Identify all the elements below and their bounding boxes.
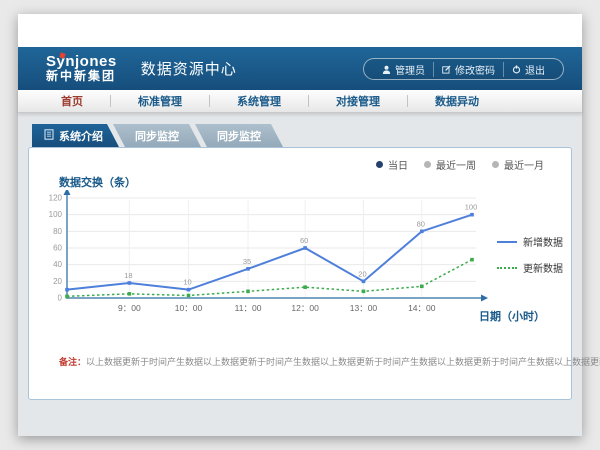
chart-legend: 新增数据 更新数据 xyxy=(497,234,563,275)
svg-text:120: 120 xyxy=(49,194,63,203)
svg-text:9：00: 9：00 xyxy=(118,303,141,313)
main-nav: 首页 标准管理 系统管理 对接管理 数据异动 xyxy=(18,90,582,113)
chart-panel: 当日 最近一周 最近一月 数据交换（条） 0 20 40 60 80 100 120 9：00… xyxy=(28,147,572,400)
svg-text:60: 60 xyxy=(53,244,62,253)
svg-text:10：00: 10：00 xyxy=(175,303,203,313)
user-menu-admin-label: 管理员 xyxy=(395,62,425,77)
svg-text:11：00: 11：00 xyxy=(235,303,262,313)
top-header: Synjones 新中新集团 数据资源中心 管理员 修改密码 退出 xyxy=(18,47,582,90)
tab-system-intro-label: 系统介绍 xyxy=(59,128,103,144)
svg-text:80: 80 xyxy=(53,227,62,236)
filter-last-week[interactable]: 最近一周 xyxy=(424,157,476,172)
svg-text:100: 100 xyxy=(465,203,478,212)
nav-item-system-mgmt[interactable]: 系统管理 xyxy=(210,93,308,109)
svg-text:14：00: 14：00 xyxy=(408,303,436,313)
page-title: 数据资源中心 xyxy=(141,58,237,79)
nav-item-standard-mgmt[interactable]: 标准管理 xyxy=(111,93,209,109)
svg-text:13：00: 13：00 xyxy=(350,303,378,313)
legend-new-data[interactable]: 新增数据 xyxy=(497,234,563,249)
radio-icon xyxy=(376,161,383,168)
svg-text:20: 20 xyxy=(53,277,62,286)
user-menu-logout[interactable]: 退出 xyxy=(503,62,553,77)
user-icon xyxy=(382,65,391,74)
user-menu: 管理员 修改密码 退出 xyxy=(363,58,564,80)
svg-text:100: 100 xyxy=(49,210,63,219)
radio-icon xyxy=(424,161,431,168)
svg-text:0: 0 xyxy=(58,294,63,303)
svg-text:80: 80 xyxy=(417,219,425,228)
svg-text:35: 35 xyxy=(243,257,251,266)
app-window: Synjones 新中新集团 数据资源中心 管理员 修改密码 退出 xyxy=(18,14,582,436)
nav-item-interface-mgmt[interactable]: 对接管理 xyxy=(309,93,407,109)
svg-text:12：00: 12：00 xyxy=(291,303,319,313)
legend-updated-data-label: 更新数据 xyxy=(523,260,563,275)
user-menu-change-password-label: 修改密码 xyxy=(455,62,495,77)
filter-last-month-label: 最近一月 xyxy=(504,157,544,172)
footer-note-text: 以上数据更新于时间产生数据以上数据更新于时间产生数据以上数据更新于时间产生数据以… xyxy=(86,357,600,367)
filter-today-label: 当日 xyxy=(388,157,408,172)
svg-text:20: 20 xyxy=(358,269,366,278)
svg-text:60: 60 xyxy=(300,236,308,245)
nav-item-home[interactable]: 首页 xyxy=(34,93,110,109)
user-menu-logout-label: 退出 xyxy=(525,62,545,77)
radio-icon xyxy=(492,161,499,168)
user-menu-change-password[interactable]: 修改密码 xyxy=(433,62,503,77)
tab-bar: 系统介绍 同步监控 同步监控 xyxy=(32,124,572,147)
legend-new-data-label: 新增数据 xyxy=(523,234,563,249)
legend-line-dotted xyxy=(497,267,517,269)
footer-note: 备注：以上数据更新于时间产生数据以上数据更新于时间产生数据以上数据更新于时间产生… xyxy=(59,355,559,368)
tab-sync-monitor-1-label: 同步监控 xyxy=(135,128,179,144)
logo-text-cn: 新中新集团 xyxy=(46,70,117,83)
time-range-filters: 当日 最近一周 最近一月 xyxy=(376,157,544,172)
power-icon xyxy=(512,65,521,74)
document-icon xyxy=(44,129,54,143)
footer-note-prefix: 备注： xyxy=(59,357,86,367)
line-chart: 0 20 40 60 80 100 120 9：00 10：00 11：00 12：00 13：00 1… xyxy=(37,190,497,327)
tab-sync-monitor-1[interactable]: 同步监控 xyxy=(113,124,201,147)
content-area: 系统介绍 同步监控 同步监控 当日 最近一周 xyxy=(18,113,582,436)
svg-text:40: 40 xyxy=(53,260,62,269)
y-axis-title: 数据交换（条） xyxy=(59,174,136,190)
company-logo: Synjones 新中新集团 xyxy=(46,54,117,82)
filter-last-month[interactable]: 最近一月 xyxy=(492,157,544,172)
svg-text:10: 10 xyxy=(183,278,191,287)
tab-system-intro[interactable]: 系统介绍 xyxy=(32,124,119,147)
svg-text:18: 18 xyxy=(124,271,132,280)
user-menu-admin[interactable]: 管理员 xyxy=(374,62,433,77)
tab-sync-monitor-2[interactable]: 同步监控 xyxy=(195,124,283,147)
x-axis-title: 日期（小时） xyxy=(479,308,545,324)
legend-line-solid xyxy=(497,241,517,243)
filter-today[interactable]: 当日 xyxy=(376,157,408,172)
edit-icon xyxy=(442,65,451,74)
nav-item-data-change[interactable]: 数据异动 xyxy=(408,93,506,109)
legend-updated-data[interactable]: 更新数据 xyxy=(497,260,563,275)
tab-sync-monitor-2-label: 同步监控 xyxy=(217,128,261,144)
logo-text-en: Synjones xyxy=(46,54,117,70)
filter-last-week-label: 最近一周 xyxy=(436,157,476,172)
